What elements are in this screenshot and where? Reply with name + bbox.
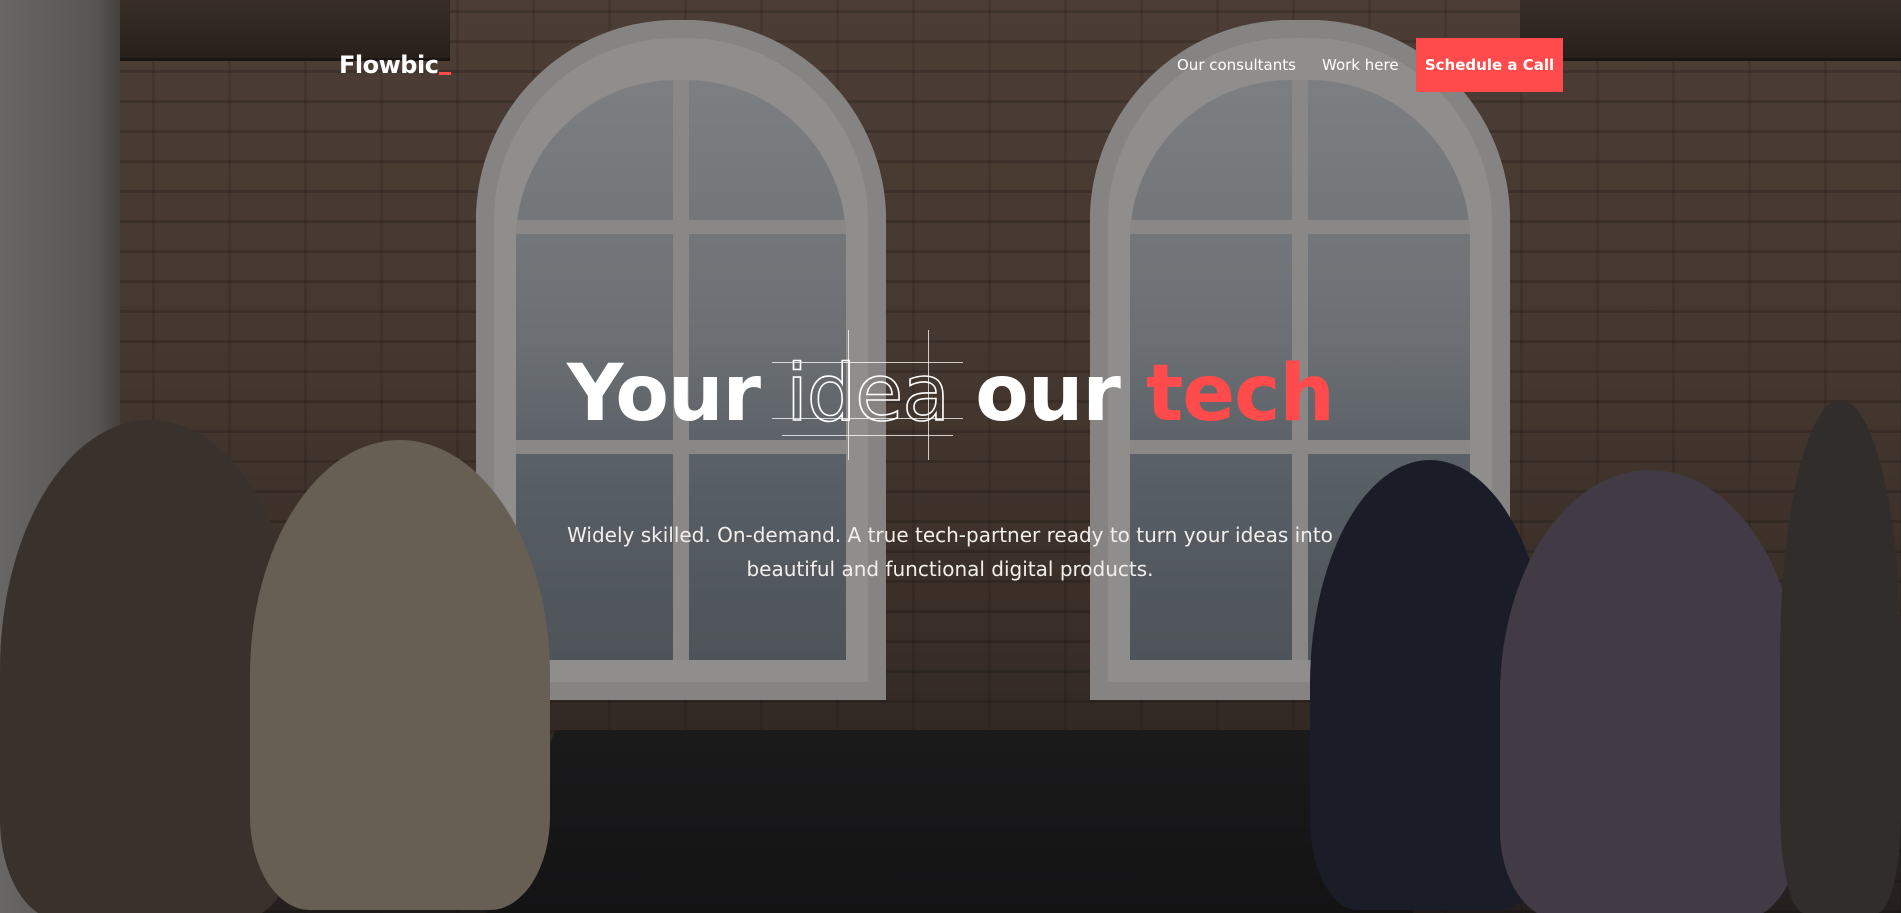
- guide-line: [772, 362, 964, 363]
- subtitle-line-1: Widely skilled. On-demand. A true tech-p…: [567, 523, 1333, 547]
- hero-subtitle: Widely skilled. On-demand. A true tech-p…: [550, 518, 1350, 586]
- nav-link-work-here[interactable]: Work here: [1322, 56, 1399, 74]
- headline-word-our: our: [975, 349, 1121, 439]
- hero-section: Flowbic Our consultants Work here Schedu…: [0, 0, 1901, 913]
- schedule-call-button[interactable]: Schedule a Call: [1416, 38, 1563, 92]
- guide-line: [848, 330, 850, 460]
- dark-overlay: [0, 0, 1901, 913]
- subtitle-line-2: beautiful and functional digital product…: [746, 557, 1154, 581]
- guide-line: [928, 330, 930, 460]
- headline-word-tech: tech: [1145, 349, 1335, 439]
- top-navigation: Flowbic Our consultants Work here Schedu…: [0, 0, 1901, 130]
- guide-line: [772, 418, 964, 419]
- logo-text: Flowbic: [339, 51, 439, 79]
- flowbic-logo[interactable]: Flowbic: [339, 51, 452, 79]
- nav-link-our-consultants[interactable]: Our consultants: [1177, 56, 1296, 74]
- headline-word-idea-outlined: idea: [772, 330, 964, 460]
- headline-word-your: Your: [567, 349, 761, 439]
- logo-underscore-mark: [439, 72, 452, 75]
- hero-headline: Your idea our tech: [0, 330, 1901, 460]
